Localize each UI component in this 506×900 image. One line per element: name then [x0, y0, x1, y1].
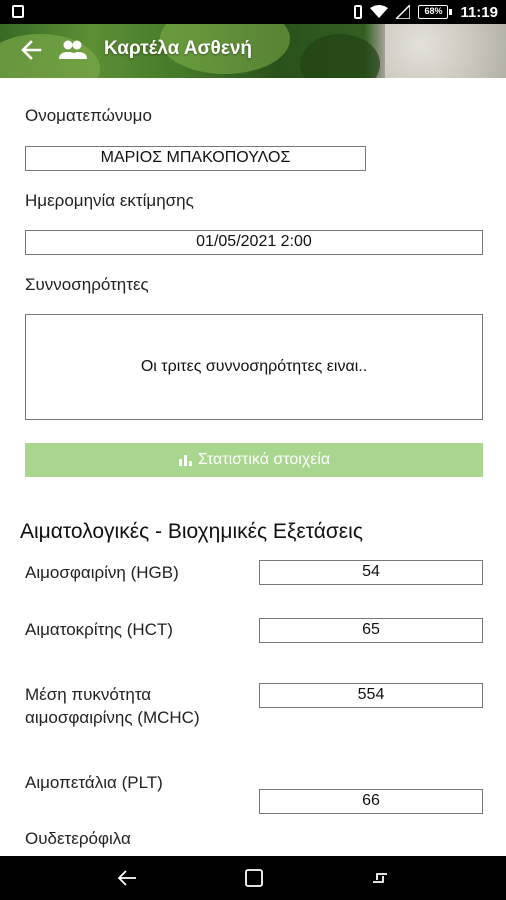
status-bar: 68% 11:19: [0, 0, 506, 24]
plt-label: Αιμοπετάλια (PLT): [25, 773, 163, 792]
name-label: Ονοματεπώνυμο: [25, 106, 152, 125]
date-field[interactable]: 01/05/2021 2:00: [25, 230, 483, 255]
mchc-label-line2: αιμοσφαιρίνης (MCHC): [25, 708, 200, 727]
plt-field[interactable]: 66: [259, 789, 483, 814]
small-battery-icon: [354, 5, 363, 19]
wifi-icon: [370, 5, 389, 18]
notification-icon: [12, 5, 24, 18]
signal-icon: [396, 5, 411, 19]
hgb-label: Αιμοσφαιρίνη (HGB): [25, 563, 179, 582]
comorbidities-label: Συννοσηρότητες: [25, 275, 149, 294]
patient-card-content[interactable]: Ονοματεπώνυμο ΜΑΡΙΟΣ ΜΠΑΚΟΠΟΥΛΟΣ Ημερομη…: [0, 78, 506, 856]
hgb-field[interactable]: 54: [259, 560, 483, 585]
app-bar: Καρτέλα Ασθενή: [0, 24, 506, 78]
nav-home-icon[interactable]: [243, 868, 265, 888]
mchc-field[interactable]: 554: [259, 683, 483, 708]
header-image: [385, 24, 506, 78]
nav-recents-icon[interactable]: [369, 868, 391, 888]
statistics-button[interactable]: Στατιστικά στοιχεία: [25, 443, 483, 477]
statistics-button-label: Στατιστικά στοιχεία: [197, 451, 331, 468]
labs-section-title: Αιματολογικές - Βιοχημικές Εξετάσεις: [20, 520, 363, 543]
battery-icon: 68%: [418, 5, 453, 19]
clock: 11:19: [460, 3, 498, 21]
back-arrow-icon[interactable]: [20, 39, 42, 61]
nav-back-icon[interactable]: [116, 868, 138, 888]
name-field[interactable]: ΜΑΡΙΟΣ ΜΠΑΚΟΠΟΥΛΟΣ: [25, 146, 366, 171]
neutrophils-label: Ουδετερόφιλα: [25, 829, 131, 848]
system-nav-bar: [0, 856, 506, 900]
patients-icon: [59, 40, 87, 59]
hct-field[interactable]: 65: [259, 618, 483, 643]
mchc-label-line1: Μέση πυκνότητα: [25, 685, 152, 704]
hct-label: Αιματοκρίτης (HCT): [25, 620, 173, 639]
battery-percent: 68%: [418, 5, 449, 19]
bar-chart-icon: [178, 455, 192, 466]
comorbidities-field[interactable]: Οι τριτες συννοσηρότητες ειναι..: [25, 314, 483, 420]
status-icons: 68% 11:19: [354, 2, 498, 22]
page-title: Καρτέλα Ασθενή: [104, 38, 253, 59]
date-label: Ημερομηνία εκτίμησης: [25, 191, 194, 210]
